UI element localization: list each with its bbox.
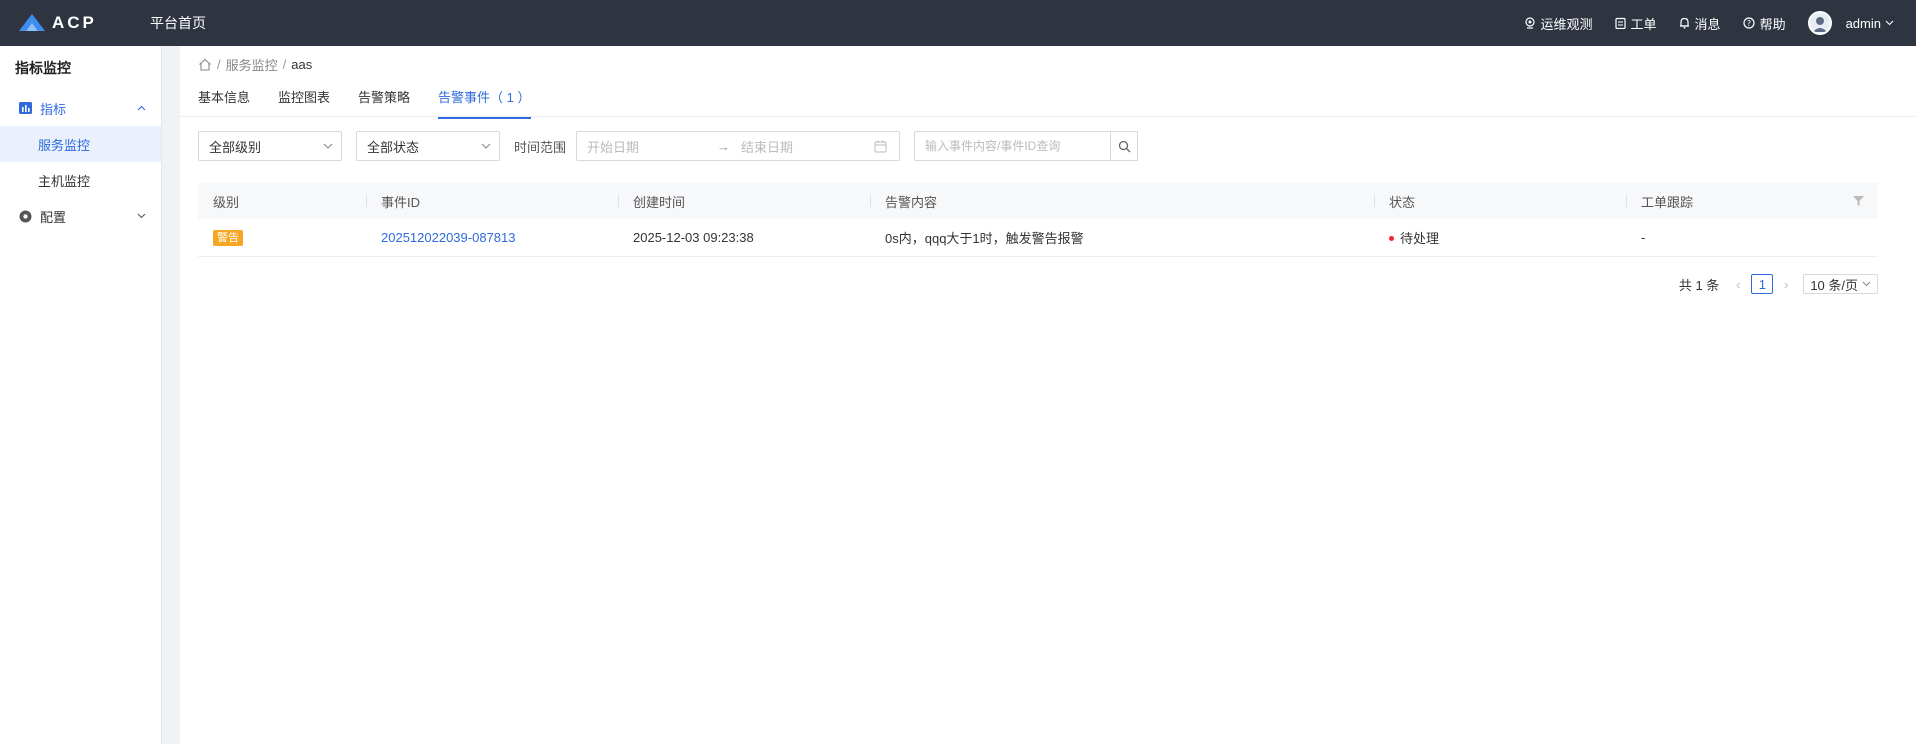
tab-basic-info[interactable]: 基本信息 (198, 89, 250, 119)
chevron-down-icon (323, 143, 333, 149)
column-header-status: 状态 (1374, 183, 1626, 219)
status-select-value: 全部状态 (367, 139, 420, 155)
cell-alert-content: 0s内，qqq大于1时，触发警告报警 (885, 231, 1084, 246)
pagination: 共 1 条 ‹ 1 › 10 条/页 (1679, 274, 1878, 294)
username: admin (1845, 15, 1881, 31)
top-item-workorder[interactable]: 工单 (1614, 14, 1657, 33)
chevron-up-icon (137, 105, 146, 111)
top-item-observe-label: 运维观测 (1540, 16, 1593, 32)
tab-bar: 基本信息 监控图表 告警策略 告警事件（ 1 ） (198, 89, 559, 119)
top-item-help-label: 帮助 (1759, 16, 1786, 32)
tab-alert-events[interactable]: 告警事件（ 1 ） (438, 89, 531, 119)
sidebar-group-metrics-label: 指标 (40, 101, 67, 117)
sidebar-item-host-monitor[interactable]: 主机监控 (0, 162, 161, 198)
sidebar-group-config[interactable]: 配置 (0, 198, 161, 234)
table-row: 警告 202512022039-087813 2025-12-03 09:23:… (198, 219, 1878, 257)
time-range-label: 时间范围 (514, 139, 567, 155)
date-range-picker[interactable]: 开始日期 → 结束日期 (576, 131, 901, 161)
chevron-down-icon (1885, 20, 1894, 26)
avatar[interactable] (1807, 11, 1832, 35)
column-header-ticket-tracking: 工单跟踪 (1626, 183, 1878, 219)
clipboard-icon (1614, 17, 1626, 29)
range-arrow-icon: → (717, 138, 731, 154)
top-right-menu: 运维观测 工单 消息 ? 帮助 admin (1502, 0, 1916, 46)
sidebar-group-config-label: 配置 (40, 209, 67, 225)
page-size-value: 10 条/页 (1810, 277, 1858, 293)
top-item-help[interactable]: ? 帮助 (1742, 14, 1786, 33)
page-number-button[interactable]: 1 (1751, 274, 1774, 294)
next-page-button[interactable]: › (1779, 277, 1793, 292)
column-header-level: 级别 (213, 194, 240, 210)
column-header-alert-content: 告警内容 (870, 183, 1374, 219)
tab-monitor-charts[interactable]: 监控图表 (278, 89, 330, 119)
end-date-input[interactable]: 结束日期 (741, 137, 871, 156)
platform-home-link[interactable]: 平台首页 (150, 13, 206, 33)
gear-icon (19, 210, 32, 222)
search-button[interactable] (1110, 131, 1139, 161)
cell-status: 待处理 (1374, 219, 1626, 256)
sidebar: 指标监控 指标 服务监控 主机监控 配置 (0, 46, 162, 744)
status-dot (1389, 236, 1394, 241)
search-input[interactable] (914, 131, 1111, 161)
column-header-event-id: 事件ID (366, 183, 618, 219)
sidebar-title: 指标监控 (15, 60, 71, 76)
pagination-total: 共 1 条 (1678, 277, 1720, 293)
logo[interactable]: ACP (18, 13, 150, 33)
chevron-down-icon (481, 143, 491, 149)
page-size-select[interactable]: 10 条/页 (1803, 274, 1878, 294)
sidebar-item-service-monitor[interactable]: 服务监控 (0, 126, 161, 162)
status-text: 待处理 (1400, 231, 1440, 246)
alert-events-table: 级别 事件ID 创建时间 告警内容 状态 工单跟踪 警告 20251202203… (198, 183, 1878, 257)
home-icon[interactable] (198, 58, 212, 71)
logo-mark-icon (19, 14, 45, 31)
top-item-observe[interactable]: 运维观测 (1524, 14, 1593, 33)
prev-page-button[interactable]: ‹ (1731, 277, 1745, 292)
level-select-value: 全部级别 (209, 139, 262, 155)
svg-text:?: ? (1746, 19, 1750, 28)
search-icon (1118, 140, 1130, 152)
level-select[interactable]: 全部级别 (198, 131, 342, 161)
event-id-link[interactable]: 202512022039-087813 (381, 230, 515, 245)
cell-ticket: - (1641, 230, 1646, 245)
tab-alert-policy[interactable]: 告警策略 (358, 89, 410, 119)
breadcrumb: / 服务监控 / aas (198, 55, 312, 74)
breadcrumb-separator: / (217, 57, 221, 72)
filter-icon[interactable] (1853, 196, 1864, 206)
user-avatar-icon (1812, 17, 1827, 32)
top-item-messages-label: 消息 (1694, 16, 1721, 32)
main-content: / 服务监控 / aas 基本信息 监控图表 告警策略 告警事件（ 1 ） 全部… (180, 46, 1916, 744)
observe-icon (1524, 17, 1535, 29)
top-item-messages[interactable]: 消息 (1679, 14, 1721, 33)
table-header: 级别 事件ID 创建时间 告警内容 状态 工单跟踪 (198, 183, 1878, 219)
top-navbar: ACP 平台首页 运维观测 工单 消息 ? 帮助 admin (0, 0, 1916, 46)
chevron-down-icon (1862, 281, 1871, 287)
level-badge: 警告 (213, 229, 243, 246)
breadcrumb-current: aas (291, 57, 313, 72)
breadcrumb-separator: / (282, 57, 287, 72)
help-icon: ? (1742, 17, 1755, 29)
cell-created-time: 2025-12-03 09:23:38 (633, 230, 754, 245)
chart-bar-icon (19, 102, 32, 114)
calendar-icon (874, 140, 887, 153)
sidebar-group-metrics[interactable]: 指标 (0, 90, 161, 126)
breadcrumb-service-monitor[interactable]: 服务监控 (226, 55, 278, 74)
top-item-workorder-label: 工单 (1630, 16, 1657, 32)
user-menu[interactable]: admin (1846, 16, 1894, 31)
start-date-input[interactable]: 开始日期 (587, 137, 717, 156)
logo-text: ACP (52, 13, 97, 32)
column-header-created-time: 创建时间 (618, 183, 870, 219)
event-search (914, 131, 1139, 161)
cell-level: 警告 (198, 219, 366, 256)
bell-icon (1679, 17, 1689, 29)
tab-divider (180, 116, 1916, 117)
status-select[interactable]: 全部状态 (356, 131, 500, 161)
filter-bar: 全部级别 全部状态 时间范围 开始日期 → 结束日期 (198, 131, 1139, 161)
chevron-down-icon (137, 213, 146, 219)
cell-event-id: 202512022039-087813 (366, 219, 618, 256)
